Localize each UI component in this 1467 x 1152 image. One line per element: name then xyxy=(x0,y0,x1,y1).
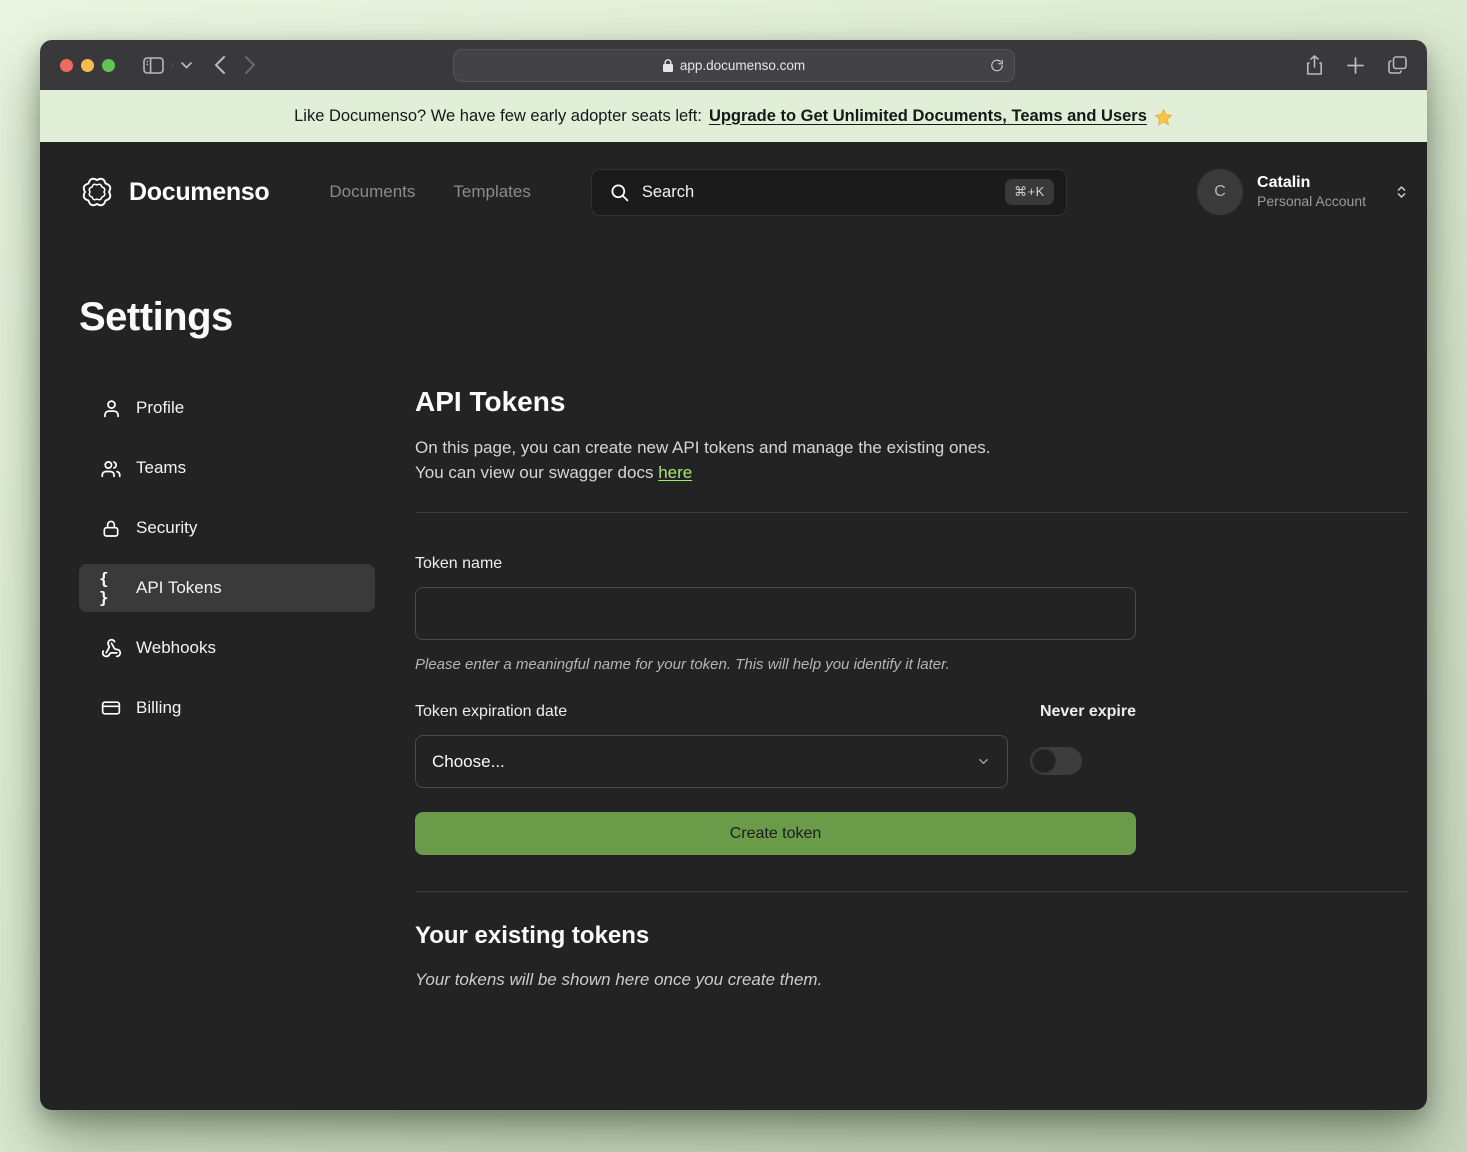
reload-icon[interactable] xyxy=(990,58,1004,73)
user-icon xyxy=(99,398,123,419)
sidebar-item-teams[interactable]: Teams xyxy=(79,444,375,492)
top-navigation: Documents Templates xyxy=(329,182,530,202)
chevrons-up-down-icon xyxy=(1394,182,1409,202)
avatar: C xyxy=(1197,169,1243,215)
users-icon xyxy=(99,458,123,479)
token-name-help: Please enter a meaningful name for your … xyxy=(415,656,1136,673)
sidebar-item-webhooks[interactable]: Webhooks xyxy=(79,624,375,672)
chevron-down-icon xyxy=(976,754,991,769)
brand[interactable]: Documenso xyxy=(79,174,269,210)
swagger-docs-link[interactable]: here xyxy=(658,463,692,482)
existing-tokens-title: Your existing tokens xyxy=(415,922,1409,950)
token-name-input[interactable] xyxy=(415,587,1136,640)
sidebar-toggle-icon[interactable] xyxy=(143,57,164,74)
forward-button[interactable] xyxy=(245,56,256,74)
settings-sidebar: Profile Teams Security { } API Token xyxy=(79,384,375,990)
description-line1: On this page, you can create new API tok… xyxy=(415,438,991,457)
tab-overview-icon[interactable] xyxy=(1388,56,1407,74)
app-header: Documenso Documents Templates Search ⌘+K… xyxy=(79,142,1409,242)
sidebar-item-security[interactable]: Security xyxy=(79,504,375,552)
sidebar-item-label: API Tokens xyxy=(136,578,222,598)
credit-card-icon xyxy=(99,698,123,718)
minimize-window-button[interactable] xyxy=(81,59,94,72)
sidebar-item-label: Webhooks xyxy=(136,638,216,658)
search-label: Search xyxy=(642,183,694,202)
search-icon xyxy=(610,183,629,202)
expiration-row: Token expiration date Choose... Never ex… xyxy=(415,703,1136,788)
documenso-app: Documenso Documents Templates Search ⌘+K… xyxy=(40,142,1427,1110)
token-expiration-label: Token expiration date xyxy=(415,703,1008,721)
banner-text: Like Documenso? We have few early adopte… xyxy=(294,107,702,126)
sidebar-item-label: Teams xyxy=(136,458,186,478)
close-window-button[interactable] xyxy=(60,59,73,72)
sidebar-item-label: Profile xyxy=(136,398,184,418)
expiration-column: Token expiration date Choose... xyxy=(415,703,1008,788)
sidebar-item-profile[interactable]: Profile xyxy=(79,384,375,432)
tab-overview-chevron-icon[interactable] xyxy=(172,62,192,69)
divider xyxy=(415,891,1409,892)
browser-window: app.documenso.com Like Documenso? We hav… xyxy=(40,40,1427,1110)
sidebar-item-billing[interactable]: Billing xyxy=(79,684,375,732)
nav-documents[interactable]: Documents xyxy=(329,182,415,202)
user-account-type: Personal Account xyxy=(1257,193,1366,211)
nav-templates[interactable]: Templates xyxy=(453,182,530,202)
section-title: API Tokens xyxy=(415,386,1409,418)
share-icon[interactable] xyxy=(1306,55,1323,75)
never-expire-toggle[interactable] xyxy=(1030,747,1082,775)
back-button[interactable] xyxy=(214,56,225,74)
api-tokens-panel: API Tokens On this page, you can create … xyxy=(415,384,1409,990)
token-name-label: Token name xyxy=(415,555,1136,573)
toolbar-right-actions xyxy=(1306,55,1407,75)
url-text: app.documenso.com xyxy=(680,58,805,73)
zoom-window-button[interactable] xyxy=(102,59,115,72)
toggle-knob xyxy=(1032,749,1056,773)
window-controls xyxy=(60,59,115,72)
braces-icon: { } xyxy=(99,569,123,607)
upgrade-link[interactable]: Upgrade to Get Unlimited Documents, Team… xyxy=(709,107,1147,126)
star-icon xyxy=(1154,108,1173,127)
settings-body: Profile Teams Security { } API Token xyxy=(79,384,1409,990)
sidebar-item-api-tokens[interactable]: { } API Tokens xyxy=(79,564,375,612)
never-expire-label: Never expire xyxy=(1040,703,1136,721)
tls-lock-icon xyxy=(663,59,673,72)
user-meta: Catalin Personal Account xyxy=(1257,173,1366,211)
search-input[interactable]: Search ⌘+K xyxy=(591,169,1067,216)
selected-expiration-value: Choose... xyxy=(432,752,505,772)
upgrade-banner: Like Documenso? We have few early adopte… xyxy=(40,90,1427,142)
create-token-form: Token name Please enter a meaningful nam… xyxy=(415,555,1136,855)
account-menu[interactable]: C Catalin Personal Account xyxy=(1197,169,1409,215)
address-bar[interactable]: app.documenso.com xyxy=(453,49,1015,82)
browser-toolbar: app.documenso.com xyxy=(40,40,1427,90)
new-tab-icon[interactable] xyxy=(1347,57,1364,74)
sidebar-item-label: Security xyxy=(136,518,197,538)
token-expiration-select[interactable]: Choose... xyxy=(415,735,1008,788)
search-shortcut-badge: ⌘+K xyxy=(1005,179,1054,205)
section-description: On this page, you can create new API tok… xyxy=(415,435,1409,485)
documenso-logo-icon xyxy=(79,174,115,210)
divider xyxy=(415,512,1409,513)
user-name: Catalin xyxy=(1257,173,1366,193)
page-title: Settings xyxy=(79,295,1409,340)
sidebar-item-label: Billing xyxy=(136,698,181,718)
create-token-button[interactable]: Create token xyxy=(415,812,1136,855)
lock-icon xyxy=(99,518,123,539)
description-line2: You can view our swagger docs xyxy=(415,463,653,482)
brand-name: Documenso xyxy=(129,178,269,207)
webhook-icon xyxy=(99,638,123,659)
never-expire-column: Never expire xyxy=(1030,703,1136,788)
existing-tokens-empty-text: Your tokens will be shown here once you … xyxy=(415,970,1409,990)
